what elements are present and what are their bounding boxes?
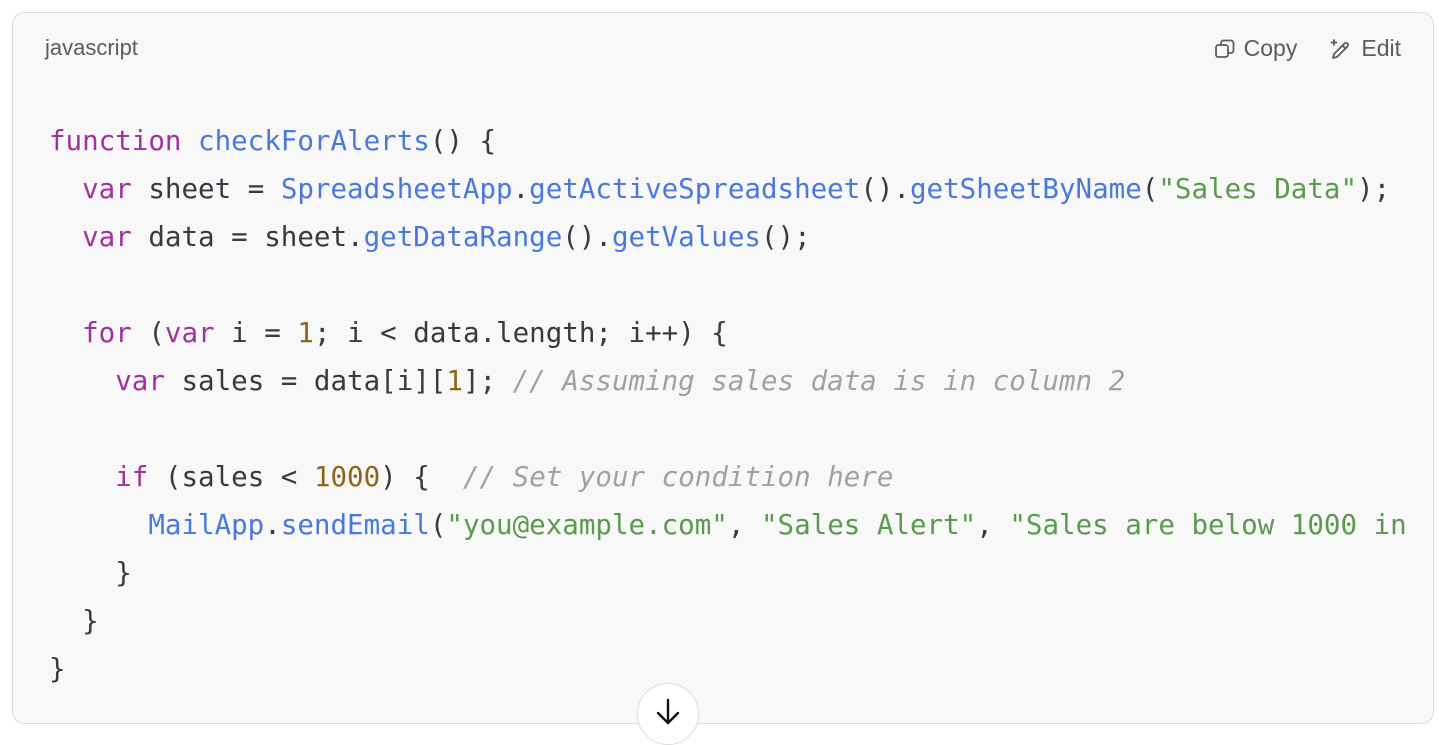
plain-token: (); [760,221,811,253]
plain-token: . [512,173,530,205]
plain-token: (sales < [148,461,314,493]
arrow-down-icon [654,697,682,732]
plain-token: data = sheet. [131,221,364,253]
code-line: } [49,549,1407,597]
plain-token: ; i < data.length; i++) { [313,317,728,349]
plain-token: (). [562,221,612,253]
plain-token: } [49,653,66,685]
code-block: javascript Copy Edit function checkForAl… [12,12,1434,724]
code-line: var data = sheet.getDataRange().getValue… [49,213,1407,261]
plain-token: ]; [462,365,513,397]
copy-button[interactable]: Copy [1214,35,1298,62]
keyword-token: if [115,461,149,493]
keyword-token: var [82,221,132,253]
comment-token: // Assuming sales data is in column 2 [512,365,1126,397]
code-line: } [49,645,1407,693]
plain-token: (). [860,173,910,205]
plain-token: sales = data[i][ [164,365,447,397]
code-line: for (var i = 1; i < data.length; i++) { [49,309,1407,357]
string-token: "Sales Alert" [760,509,977,541]
string-token: "Sales are below 1000 in [1009,509,1407,541]
code-line: MailApp.sendEmail("you@example.com", "Sa… [49,501,1407,549]
string-token: "Sales Data" [1158,173,1358,205]
plain-token: ( [131,317,165,349]
edit-label: Edit [1361,35,1401,61]
plain-token: , [727,509,761,541]
keyword-token: var [82,173,132,205]
code-line: if (sales < 1000) { // Set your conditio… [49,453,1407,501]
edit-button[interactable]: Edit [1329,35,1401,62]
function-token: getActiveSpreadsheet [529,173,861,205]
code-block-header: javascript Copy Edit [13,13,1433,89]
function-token: sendEmail [280,509,430,541]
keyword-token: for [82,317,132,349]
plain-token: ( [429,509,447,541]
plain-token: ) { [380,461,463,493]
plain-token: i = [214,317,298,349]
keyword-token: var [164,317,215,349]
function-token: MailApp [148,509,265,541]
plain-token: ); [1357,173,1391,205]
plain-token: . [264,509,281,541]
keyword-token: function [49,125,182,157]
number-token: 1 [446,365,463,397]
function-token: SpreadsheetApp [280,173,513,205]
copy-label: Copy [1243,35,1298,61]
code-content[interactable]: function checkForAlerts() { var sheet = … [49,117,1407,693]
language-label: javascript [45,35,138,60]
function-token: getSheetByName [909,173,1142,205]
function-token: checkForAlerts [198,125,430,157]
plain-token: sheet = [131,173,281,205]
number-token: 1000 [313,461,381,493]
plain-token: } [49,557,132,589]
plain-token: ( [1141,173,1159,205]
code-line: var sheet = SpreadsheetApp.getActiveSpre… [49,165,1407,213]
function-token: getValues [611,221,761,253]
code-line: var sales = data[i][1]; // Assuming sale… [49,357,1407,405]
keyword-token: var [115,365,165,397]
code-line: function checkForAlerts() { [49,117,1407,165]
comment-token: // Set your condition here [462,461,894,493]
string-token: "you@example.com" [446,509,728,541]
scroll-down-button[interactable] [637,683,699,745]
number-token: 1 [297,317,314,349]
function-token: getDataRange [363,221,563,253]
plain-token: () { [429,125,497,157]
plain-token: , [976,509,1010,541]
code-actions: Copy Edit [1214,35,1401,62]
plain-token: } [49,605,99,637]
code-line: } [49,597,1407,645]
edit-pencil-sparkle-icon [1329,38,1353,60]
copy-icon [1214,38,1236,60]
